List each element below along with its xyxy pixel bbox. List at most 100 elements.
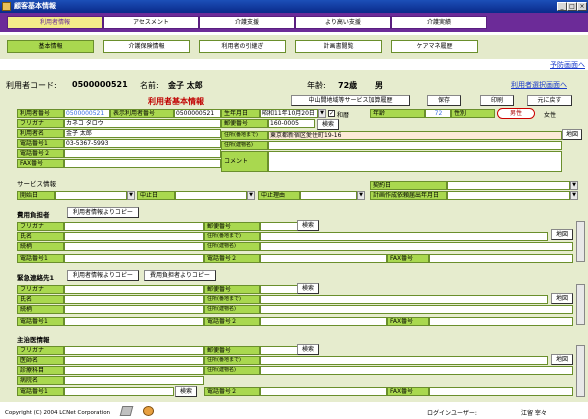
doctor-name-field[interactable] <box>64 356 204 365</box>
name-label: 名前: <box>140 81 159 90</box>
tab-care-support[interactable]: 介護支援 <box>199 16 295 29</box>
save-button[interactable]: 保存 <box>427 95 461 106</box>
tel1-label: 電話番号1 <box>17 139 64 148</box>
tab-advanced-support[interactable]: より高い支援 <box>295 16 391 29</box>
doctor-clinic-field[interactable] <box>64 366 204 375</box>
sex-label: 性別 <box>451 109 495 118</box>
birthdate-field[interactable]: 昭和11年10月20日 <box>260 109 318 118</box>
wareki-label: 和暦 <box>337 112 350 119</box>
minimize-button[interactable]: _ <box>557 2 567 11</box>
kana-field[interactable]: カネコ タロウ <box>64 119 221 128</box>
contract-date-dropdown-icon[interactable]: ▼ <box>570 181 578 190</box>
payer-copy-button[interactable]: 利用者情報よりコピー <box>67 207 139 218</box>
doctor-tel1-field[interactable] <box>64 387 174 396</box>
emergency-kana-label: フリガナ <box>17 285 64 294</box>
close-button[interactable]: × <box>577 2 587 11</box>
emergency-relation-field[interactable] <box>64 305 204 314</box>
fax-field[interactable] <box>64 159 221 168</box>
maximize-button[interactable]: □ <box>567 2 577 11</box>
doctor-map-button[interactable]: 地図 <box>551 354 573 365</box>
emergency-relation-label: 続柄 <box>17 305 64 314</box>
payer-relation-field[interactable] <box>64 242 204 251</box>
stop-date-dropdown-icon[interactable]: ▼ <box>247 191 255 200</box>
payer-search-button[interactable]: 検索 <box>297 220 319 231</box>
hospital-field[interactable] <box>64 376 204 385</box>
tab-care-record[interactable]: 介護実績 <box>391 16 487 29</box>
doctor-address2-field[interactable] <box>260 366 573 375</box>
wareki-checkbox[interactable]: ✓ <box>328 110 335 117</box>
user-no-label: 利用者番号 <box>17 109 64 118</box>
emergency-scrollbar[interactable] <box>576 284 585 325</box>
stop-reason-label: 中止理由 <box>258 191 300 200</box>
stop-reason-dropdown-icon[interactable]: ▼ <box>357 191 365 200</box>
display-no-label: 表示利用者番号 <box>110 109 174 118</box>
age-label: 年齢: <box>307 81 326 90</box>
history-button[interactable]: 中山間地域等サービス加算履歴 <box>291 95 410 106</box>
prevention-screen-link[interactable]: 予防画面へ <box>550 60 585 70</box>
user-no-field[interactable]: 0500000521 <box>64 109 110 118</box>
payer-map-button[interactable]: 地図 <box>551 229 573 240</box>
doctor-scrollbar[interactable] <box>576 345 585 397</box>
emergency-name-field[interactable] <box>64 295 204 304</box>
globe-icon[interactable] <box>143 406 154 416</box>
zip-search-button[interactable]: 検索 <box>317 119 339 130</box>
payer-name-field[interactable] <box>64 232 204 241</box>
emergency-copy-payer-button[interactable]: 費用負担者よりコピー <box>144 270 216 281</box>
payer-fax-field[interactable] <box>429 254 573 263</box>
print-button[interactable]: 印刷 <box>480 95 514 106</box>
emergency-tel1-field[interactable] <box>64 317 204 326</box>
payer-address1-field[interactable] <box>260 232 548 241</box>
user-name-field[interactable]: 金子 太郎 <box>64 129 221 138</box>
emergency-address1-field[interactable] <box>260 295 548 304</box>
subtab-basic-info[interactable]: 基本情報 <box>7 40 94 53</box>
payer-tel2-field[interactable] <box>260 254 387 263</box>
emergency-search-button[interactable]: 検索 <box>297 283 319 294</box>
subtab-plan-view[interactable]: 計画書閲覧 <box>295 40 382 53</box>
tel1-field[interactable]: 03-5367-5993 <box>64 139 221 148</box>
payer-address2-field[interactable] <box>260 242 573 251</box>
plan-date-dropdown-icon[interactable]: ▼ <box>570 191 578 200</box>
payer-kana-field[interactable] <box>64 222 204 231</box>
doctor-tel-search-button[interactable]: 検索 <box>175 386 197 397</box>
emergency-tel2-field[interactable] <box>260 317 387 326</box>
emergency-copy-button[interactable]: 利用者情報よりコピー <box>67 270 139 281</box>
emergency-address2-field[interactable] <box>260 305 573 314</box>
book-icon[interactable] <box>119 406 134 416</box>
payer-tel1-label: 電話番号1 <box>17 254 64 263</box>
tab-user-info[interactable]: 利用者情報 <box>7 16 103 29</box>
doctor-address1-field[interactable] <box>260 356 548 365</box>
start-date-field[interactable] <box>55 191 127 200</box>
subtab-insurance-info[interactable]: 介護保険情報 <box>103 40 190 53</box>
comment-field[interactable] <box>268 151 562 172</box>
map-button[interactable]: 地図 <box>562 129 582 140</box>
stop-date-field[interactable] <box>175 191 247 200</box>
doctor-search-button[interactable]: 検索 <box>297 344 319 355</box>
doctor-tel2-field[interactable] <box>260 387 387 396</box>
address2-field[interactable] <box>268 141 562 150</box>
tab-assessment[interactable]: アセスメント <box>103 16 199 29</box>
female-radio[interactable]: 女性 <box>544 110 556 119</box>
payer-scrollbar[interactable] <box>576 221 585 262</box>
start-date-dropdown-icon[interactable]: ▼ <box>127 191 135 200</box>
address1-field[interactable]: 東京都新宿区愛住町19-16 <box>268 131 562 140</box>
tel2-field[interactable] <box>64 149 221 158</box>
male-radio[interactable]: 男性 <box>497 108 535 119</box>
age-field[interactable]: 72 <box>425 109 451 118</box>
emergency-map-button[interactable]: 地図 <box>551 293 573 304</box>
subtab-caremanager-history[interactable]: ケアマネ履歴 <box>391 40 478 53</box>
birthdate-dropdown-icon[interactable]: ▼ <box>318 109 326 118</box>
payer-tel1-field[interactable] <box>64 254 204 263</box>
stop-reason-field[interactable] <box>300 191 357 200</box>
doctor-fax-field[interactable] <box>429 387 573 396</box>
subtab-handover[interactable]: 利用者の引継ぎ <box>199 40 286 53</box>
emergency-zip-label: 郵便番号 <box>204 285 260 294</box>
emergency-kana-field[interactable] <box>64 285 204 294</box>
display-no-field[interactable]: 0500000521 <box>174 109 221 118</box>
user-select-link[interactable]: 利用者選択画面へ <box>511 80 567 90</box>
doctor-kana-field[interactable] <box>64 346 204 355</box>
contract-date-field[interactable] <box>447 181 570 190</box>
undo-button[interactable]: 元に戻す <box>527 95 572 106</box>
zip-field[interactable]: 160-0005 <box>268 119 315 128</box>
plan-date-field[interactable] <box>447 191 570 200</box>
emergency-fax-field[interactable] <box>429 317 573 326</box>
